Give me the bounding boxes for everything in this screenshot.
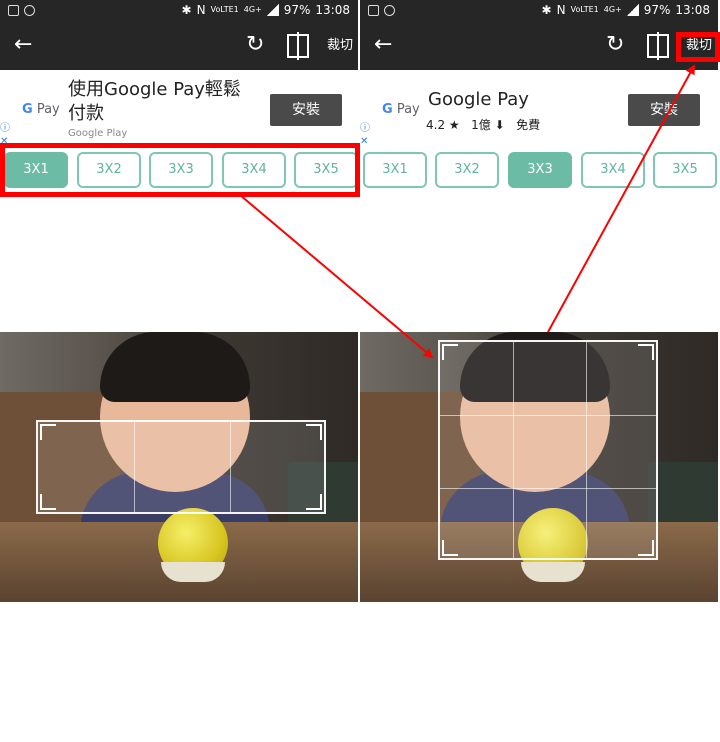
ad-subtitle: Google Play — [68, 128, 128, 139]
ad-title: Google Pay — [428, 89, 529, 110]
right-screen: ✱ N VoLTE1 4G+ 97% 13:08 ← ↻ 裁切 G Pay Go… — [360, 0, 718, 742]
ratio-3x1[interactable]: 3X1 — [363, 152, 427, 188]
battery-level: 97% — [643, 3, 671, 17]
clock: 13:08 — [315, 3, 350, 17]
ratio-3x2[interactable]: 3X2 — [435, 152, 499, 188]
network-indicator: 4G+ — [603, 5, 622, 14]
ratio-3x5[interactable]: 3X5 — [653, 152, 717, 188]
ratio-3x4[interactable]: 3X4 — [581, 152, 645, 188]
clock: 13:08 — [675, 3, 710, 17]
left-screen: ✱ N VoLTE1 4G+ 97% 13:08 ← ↻ 裁切 G Pay 使用… — [0, 0, 358, 742]
toolbar: ← ↻ 裁切 — [0, 22, 358, 70]
ad-rating: 4.2 ★ 1億 ⬇ 免費 — [426, 118, 541, 132]
arrow-left-icon[interactable]: ← — [14, 34, 32, 56]
nfc-icon: N — [556, 3, 566, 17]
gallery-notification-icon — [8, 5, 19, 16]
crop-frame[interactable] — [438, 340, 658, 560]
flip-icon[interactable] — [287, 32, 309, 60]
wifi-notification-icon — [24, 5, 35, 16]
battery-level: 97% — [283, 3, 311, 17]
status-bar: ✱ N VoLTE1 4G+ 97% 13:08 — [360, 0, 718, 22]
volte-indicator: VoLTE1 — [570, 5, 599, 14]
ratio-row-highlight — [0, 143, 360, 197]
download-icon: ⬇ — [494, 118, 505, 132]
ad-banner[interactable]: G Pay Google Pay 4.2 ★ 1億 ⬇ 免費 安裝 ⓘ ✕ — [360, 70, 718, 150]
bluetooth-icon: ✱ — [541, 3, 552, 17]
install-button[interactable]: 安裝 — [270, 94, 342, 126]
crop-button-highlight — [676, 32, 720, 62]
ad-choices-icon[interactable]: ⓘ ✕ — [360, 122, 370, 148]
wifi-notification-icon — [384, 5, 395, 16]
flip-icon[interactable] — [647, 32, 669, 60]
signal-icon — [626, 4, 639, 16]
signal-icon — [266, 4, 279, 16]
star-icon: ★ — [448, 118, 460, 132]
photo-canvas[interactable] — [360, 332, 718, 602]
nfc-icon: N — [196, 3, 206, 17]
crop-button[interactable]: 裁切 — [327, 39, 353, 53]
google-pay-logo: G Pay — [382, 102, 420, 117]
ratio-3x3[interactable]: 3X3 — [508, 152, 572, 188]
network-indicator: 4G+ — [243, 5, 262, 14]
volte-indicator: VoLTE1 — [210, 5, 239, 14]
install-button[interactable]: 安裝 — [628, 94, 700, 126]
google-pay-logo: G Pay — [22, 102, 60, 117]
gallery-notification-icon — [368, 5, 379, 16]
ad-title: 使用Google Pay輕鬆付款 — [68, 79, 241, 124]
crop-frame[interactable] — [36, 420, 326, 514]
toolbar: ← ↻ 裁切 — [360, 22, 718, 70]
arrow-left-icon[interactable]: ← — [374, 34, 392, 56]
rotate-icon[interactable]: ↻ — [606, 34, 624, 56]
bluetooth-icon: ✱ — [181, 3, 192, 17]
rotate-icon[interactable]: ↻ — [246, 34, 264, 56]
status-bar: ✱ N VoLTE1 4G+ 97% 13:08 — [0, 0, 358, 22]
ad-banner[interactable]: G Pay 使用Google Pay輕鬆付款 Google Play 安裝 ⓘ ✕ — [0, 70, 358, 150]
photo-canvas[interactable] — [0, 332, 358, 602]
